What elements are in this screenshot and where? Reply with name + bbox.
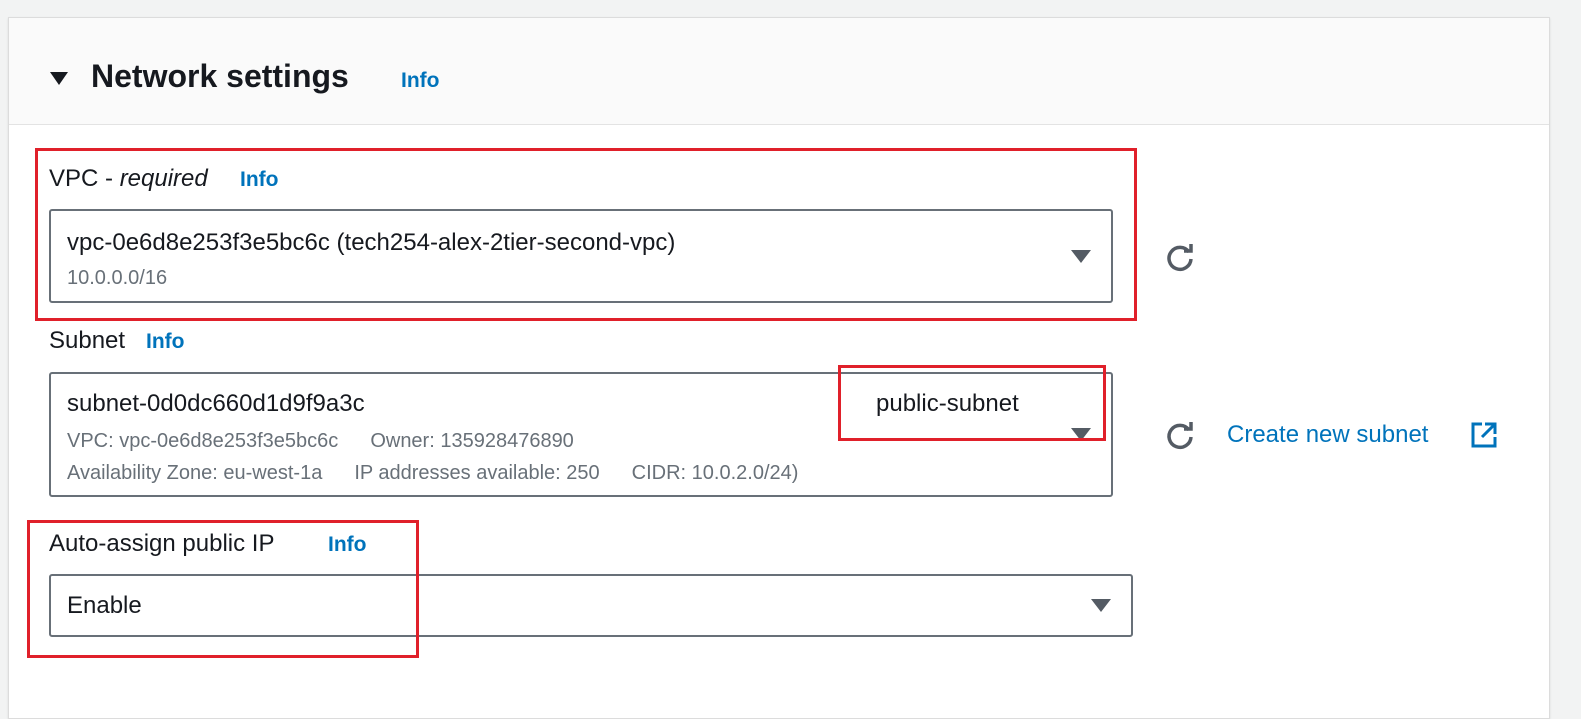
subnet-details-1: VPC: vpc-0e6d8e253f3e5bc6c Owner: 1359284… [67,430,574,453]
subnet-az: Availability Zone: eu-west-1a [67,462,323,484]
collapse-triangle-icon[interactable] [50,72,68,85]
subnet-label: Subnet [49,327,126,354]
highlight-public-ip [27,520,419,658]
refresh-subnet-icon[interactable] [1163,418,1197,452]
section-info-link[interactable]: Info [401,69,439,93]
external-link-icon[interactable] [1470,421,1498,449]
chevron-down-icon [1091,599,1111,612]
subnet-value: subnet-0d0dc660d1d9f9a3c [67,390,365,417]
highlight-subnet-name [838,365,1106,441]
subnet-details-2: Availability Zone: eu-west-1a IP addresse… [67,462,798,485]
subnet-vpc: VPC: vpc-0e6d8e253f3e5bc6c [67,430,339,452]
create-new-subnet-link[interactable]: Create new subnet [1227,421,1428,449]
subnet-cidr: CIDR: 10.0.2.0/24) [631,462,799,484]
section-title: Network settings [91,58,349,94]
subnet-info-link[interactable]: Info [146,330,184,354]
subnet-ips: IP addresses available: 250 [354,462,600,484]
refresh-vpc-icon[interactable] [1163,240,1197,274]
subnet-owner: Owner: 135928476890 [370,430,574,452]
highlight-vpc [35,148,1137,321]
